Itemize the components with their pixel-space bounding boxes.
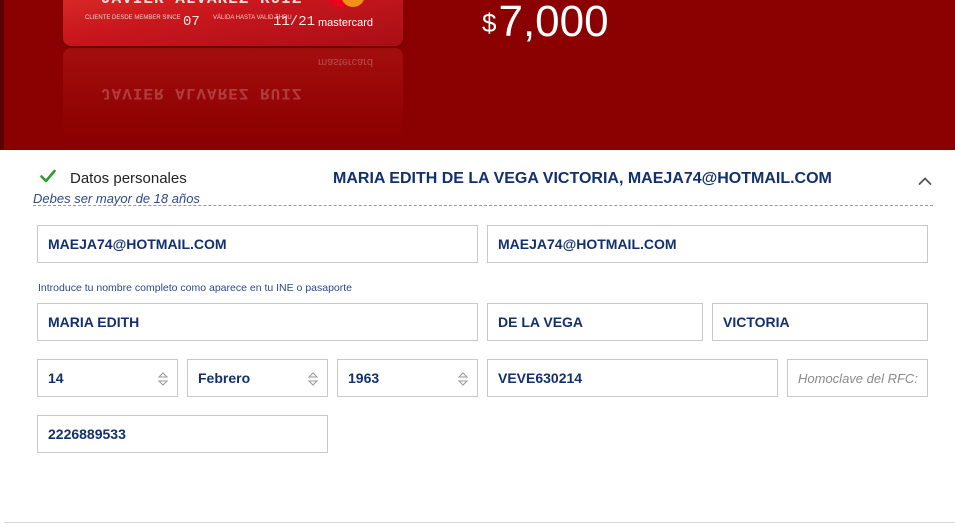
rfc-field[interactable]: VEVE630214: [487, 359, 778, 397]
birth-day-value: 14: [48, 370, 64, 386]
card-valid-thru: 11/21: [273, 14, 316, 30]
section-divider: [33, 205, 933, 206]
email-confirm-value: MAEJA74@HOTMAIL.COM: [498, 236, 677, 252]
first-names-value: MARIA EDITH: [48, 314, 140, 330]
chevron-up-icon[interactable]: [918, 176, 932, 186]
credit-card-reflection: mastercard JAVIER ALVAREZ RUIZ: [63, 48, 403, 150]
phone-value: 2226889533: [48, 426, 126, 442]
section-title: Datos personales: [70, 170, 187, 187]
first-names-field[interactable]: MARIA EDITH: [37, 303, 478, 341]
email-value: MAEJA74@HOTMAIL.COM: [48, 236, 227, 252]
card-holder-reflection: JAVIER ALVAREZ RUIZ: [101, 84, 303, 102]
spinner-arrows-icon[interactable]: [458, 371, 468, 387]
section-subtitle: Debes ser mayor de 18 años: [33, 191, 200, 206]
name-hint: Introduce tu nombre completo como aparec…: [38, 282, 353, 294]
section-summary: MARIA EDITH DE LA VEGA VICTORIA, MAEJA74…: [333, 170, 832, 187]
birth-year-select[interactable]: 1963: [337, 359, 478, 397]
email-field[interactable]: MAEJA74@HOTMAIL.COM: [37, 225, 478, 263]
card-holder-name: JAVIER ALVAREZ RUIZ: [101, 0, 302, 8]
last-name-1-value: DE LA VEGA: [498, 314, 584, 330]
panel-bottom-border: [4, 522, 955, 523]
birth-year-value: 1963: [348, 370, 380, 386]
birth-month-value: Febrero: [198, 370, 251, 386]
birth-day-select[interactable]: 14: [37, 359, 178, 397]
spinner-arrows-icon[interactable]: [158, 371, 168, 387]
rfc-value: VEVE630214: [498, 370, 583, 386]
card-member-since-label: CLIENTE DESDE MEMBER SINCE: [85, 15, 181, 21]
last-name-2-field[interactable]: VICTORIA: [712, 303, 928, 341]
credit-card-image: CLIENTE DESDE MEMBER SINCE 07 VÁLIDA HAS…: [63, 0, 403, 46]
spinner-arrows-icon[interactable]: [308, 371, 318, 387]
homoclave-field[interactable]: Homoclave del RFC:: [787, 359, 928, 397]
card-member-since: 07: [183, 14, 200, 30]
card-brand-reflection: mastercard: [318, 56, 374, 68]
hero-banner: CLIENTE DESDE MEMBER SINCE 07 VÁLIDA HAS…: [0, 0, 955, 150]
hero-left-edge: [0, 0, 4, 150]
last-name-2-value: VICTORIA: [723, 314, 790, 330]
birth-month-select[interactable]: Febrero: [187, 359, 328, 397]
check-icon: [40, 169, 56, 183]
last-name-1-field[interactable]: DE LA VEGA: [487, 303, 703, 341]
currency-symbol: $: [482, 8, 497, 38]
amount-value: 7,000: [498, 0, 609, 46]
card-brand: mastercard: [318, 17, 374, 29]
credit-amount: $7,000: [482, 0, 609, 49]
phone-field[interactable]: 2226889533: [37, 415, 328, 453]
homoclave-placeholder: Homoclave del RFC:: [798, 370, 918, 386]
email-confirm-field[interactable]: MAEJA74@HOTMAIL.COM: [487, 225, 928, 263]
mastercard-logo-icon: [328, 0, 364, 7]
